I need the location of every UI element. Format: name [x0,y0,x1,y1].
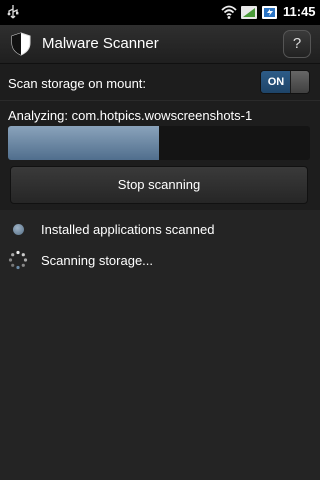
signal-icon [241,6,257,19]
divider [0,100,320,101]
scan-on-mount-label: Scan storage on mount: [8,76,147,91]
status-item-storage: Scanning storage... [0,246,320,276]
stop-scanning-button[interactable]: Stop scanning [10,166,308,204]
status-bar-time: 11:45 [283,4,316,19]
app-title: Malware Scanner [42,35,159,52]
scan-progress-fill [8,126,159,160]
status-item-label: Scanning storage... [41,253,154,268]
spinner-icon [8,250,28,270]
status-item-apps: Installed applications scanned [0,215,320,245]
status-bar: 11:45 [0,0,320,25]
shield-icon [11,32,31,56]
analyzing-status-text: Analyzing: com.hotpics.wowscreenshots-1 [8,108,253,123]
toggle-state-label: ON [261,71,291,93]
toggle-knob [290,71,309,93]
battery-icon [262,6,277,19]
wifi-icon [221,5,237,19]
app-title-bar: Malware Scanner ? [0,25,320,64]
scan-status-list: Installed applications scanned Scanning … [0,210,320,480]
status-item-label: Installed applications scanned [41,222,215,237]
complete-dot-icon [13,224,24,235]
usb-icon [7,5,19,19]
scan-progress-bar [8,126,310,160]
scan-on-mount-toggle[interactable]: ON [260,70,310,94]
help-button[interactable]: ? [283,30,311,58]
